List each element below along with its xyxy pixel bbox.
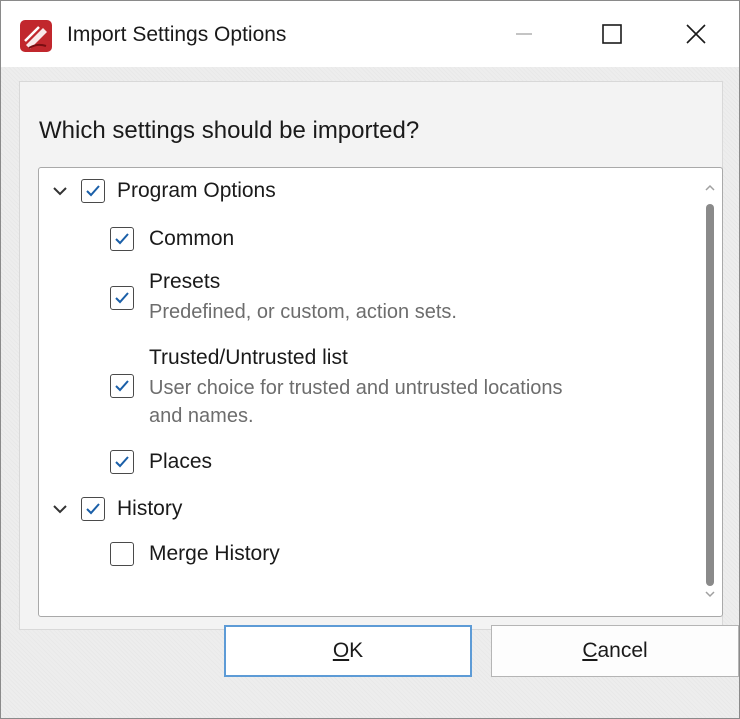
prompt-text: Which settings should be imported? [39, 117, 420, 144]
import-settings-dialog: Import Settings Options Which settings s… [0, 0, 740, 719]
tree-group-label: History [117, 497, 183, 520]
maximize-icon [602, 24, 622, 44]
program-options-checkbox[interactable] [81, 179, 105, 203]
check-icon [115, 380, 129, 392]
tree-item-label: Presets [149, 270, 221, 293]
tree-item-label: Merge History [149, 542, 280, 565]
cancel-button[interactable]: Cancel [491, 625, 739, 677]
window-title: Import Settings Options [67, 23, 287, 46]
scroll-down-icon[interactable] [704, 588, 716, 600]
tree-item-label: Trusted/Untrusted list [149, 346, 348, 369]
settings-tree: Program Options Common Presets Predefine… [38, 167, 723, 617]
title-bar: Import Settings Options [1, 1, 739, 67]
ok-button-label: OK [332, 639, 364, 662]
expand-chevron-icon[interactable] [51, 500, 69, 518]
tree-item-description: and names. [149, 405, 254, 427]
presets-checkbox[interactable] [110, 286, 134, 310]
minimize-icon [516, 33, 532, 35]
scroll-up-icon[interactable] [704, 182, 716, 194]
check-icon [115, 456, 129, 468]
tree-item-label: Places [149, 450, 213, 473]
check-icon [86, 503, 100, 515]
check-icon [86, 185, 100, 197]
expand-chevron-icon[interactable] [51, 182, 69, 200]
tree-item-description: User choice for trusted and untrusted lo… [149, 377, 563, 399]
app-logo-icon [19, 19, 53, 53]
check-icon [115, 233, 129, 245]
maximize-button[interactable] [569, 1, 655, 67]
minimize-button[interactable] [481, 1, 567, 67]
ok-button[interactable]: OK [224, 625, 472, 677]
vertical-scrollbar[interactable] [700, 170, 720, 612]
close-button[interactable] [653, 1, 739, 67]
check-icon [115, 292, 129, 304]
history-checkbox[interactable] [81, 497, 105, 521]
merge-history-checkbox[interactable] [110, 542, 134, 566]
scroll-thumb[interactable] [706, 204, 714, 586]
trusted-untrusted-checkbox[interactable] [110, 374, 134, 398]
tree-item-description: Predefined, or custom, action sets. [149, 301, 457, 323]
close-icon [686, 24, 706, 44]
tree-group-label: Program Options [117, 179, 276, 202]
places-checkbox[interactable] [110, 450, 134, 474]
tree-item-label: Common [149, 227, 235, 250]
cancel-button-label: Cancel [582, 639, 648, 662]
common-checkbox[interactable] [110, 227, 134, 251]
